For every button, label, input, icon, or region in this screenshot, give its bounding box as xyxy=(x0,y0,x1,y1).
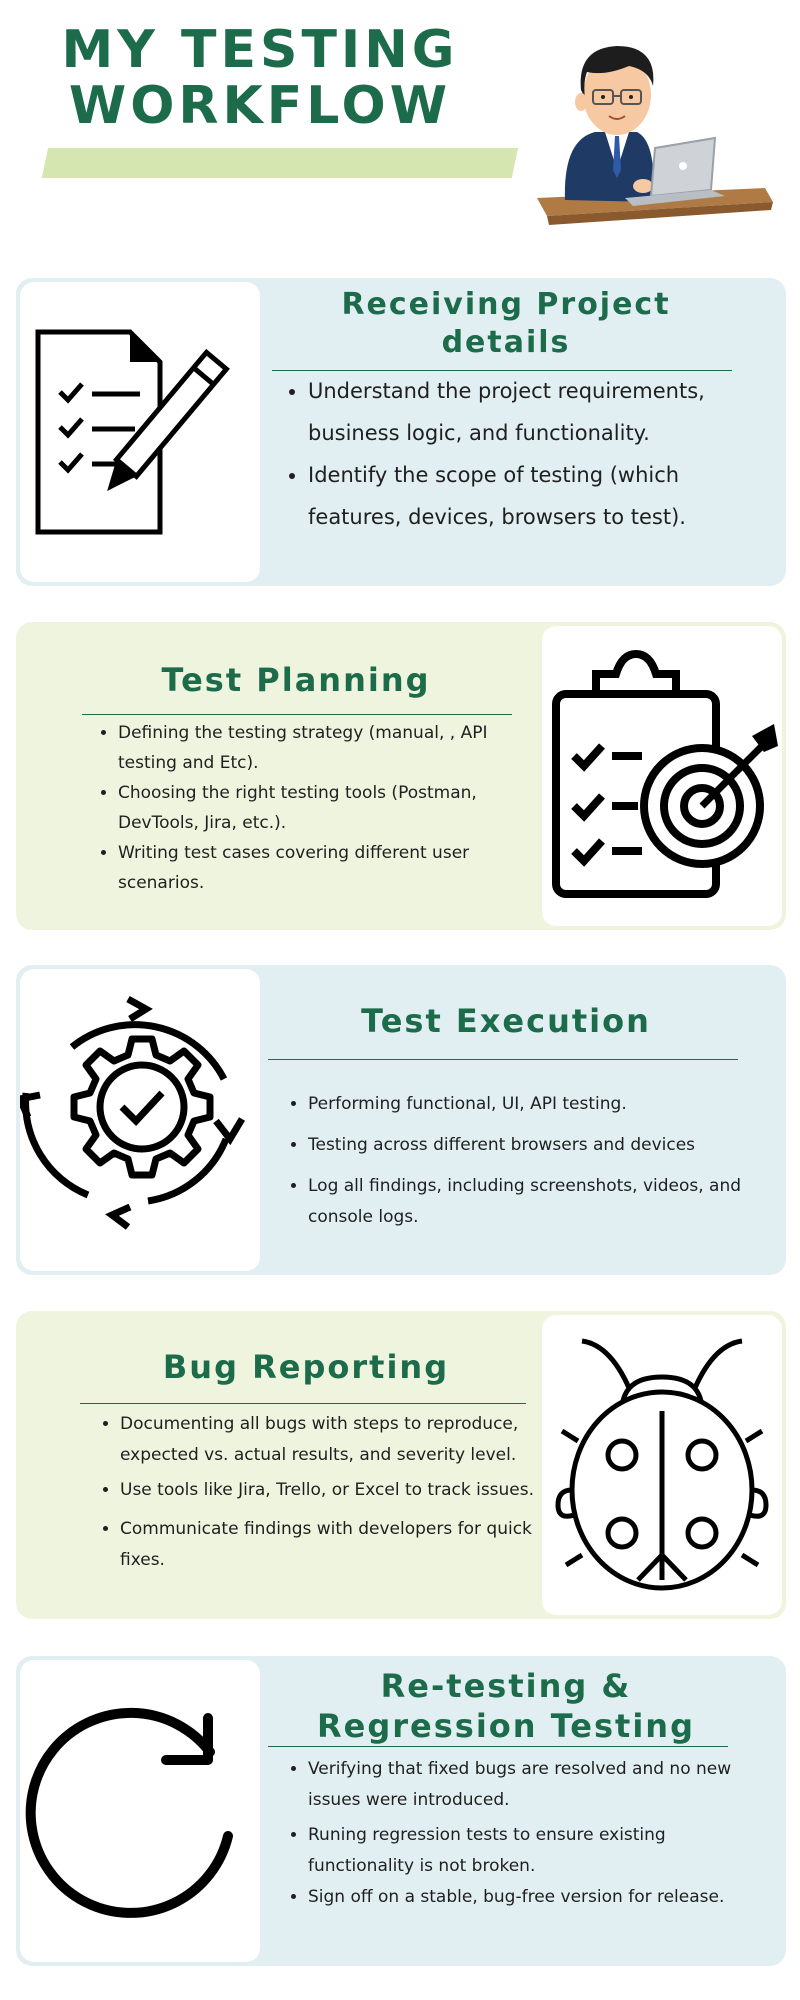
list-item: Identify the scope of testing (which fea… xyxy=(308,454,778,538)
icon-panel xyxy=(542,1315,782,1615)
section-divider xyxy=(268,1059,738,1060)
section-title: Test Planning xyxy=(161,661,431,699)
list-item: Runing regression tests to ensure existi… xyxy=(308,1820,738,1882)
icon-panel xyxy=(542,626,782,926)
section-divider xyxy=(268,1746,728,1747)
list-item: Log all findings, including screenshots,… xyxy=(308,1171,748,1233)
title-highlight xyxy=(41,148,519,178)
icon-panel xyxy=(20,969,260,1271)
list-item: Sign off on a stable, bug-free version f… xyxy=(308,1882,738,1913)
checklist-pencil-icon xyxy=(35,329,230,535)
page-title-line-1: MY TESTING xyxy=(61,20,459,80)
list-item: Choosing the right testing tools (Postma… xyxy=(118,778,528,838)
list-item: Use tools like Jira, Trello, or Excel to… xyxy=(120,1475,560,1506)
bug-icon xyxy=(555,1338,769,1591)
list-item: Performing functional, UI, API testing. xyxy=(308,1089,748,1120)
section-card-receiving-project-details: Receiving Project details Understand the… xyxy=(16,278,786,586)
gear-check-cycle-icon xyxy=(20,995,246,1230)
list-item: Defining the testing strategy (manual, ,… xyxy=(118,718,528,778)
bullet-list: Documenting all bugs with steps to repro… xyxy=(98,1409,560,1576)
list-item: Documenting all bugs with steps to repro… xyxy=(120,1409,560,1471)
person-laptop-illustration xyxy=(537,46,773,225)
bullet-list: Understand the project requirements, bus… xyxy=(286,370,778,538)
section-divider xyxy=(82,714,512,715)
section-title: Bug Reporting xyxy=(162,1348,450,1386)
list-item: Verifying that fixed bugs are resolved a… xyxy=(308,1754,738,1816)
section-card-test-execution: Test Execution Performing functional, UI… xyxy=(16,965,786,1275)
icon-panel xyxy=(20,1660,260,1962)
icon-panel xyxy=(20,282,260,582)
list-item: Understand the project requirements, bus… xyxy=(308,370,778,454)
section-title: Test Execution xyxy=(361,1002,651,1040)
section-title: Receiving Project details xyxy=(341,287,671,360)
page-title: MY TESTING WORKFLOW xyxy=(60,22,460,134)
refresh-arrow-icon xyxy=(25,1707,233,1918)
bullet-list: Performing functional, UI, API testing. … xyxy=(286,1089,748,1233)
bullet-list: Verifying that fixed bugs are resolved a… xyxy=(286,1754,738,1913)
section-title: Re-testing & Regression Testing xyxy=(317,1667,695,1745)
section-card-bug-reporting: Bug Reporting Documenting all bugs with … xyxy=(16,1311,786,1619)
list-item: Writing test cases covering different us… xyxy=(118,838,528,898)
section-divider xyxy=(80,1403,526,1404)
bullet-list: Defining the testing strategy (manual, ,… xyxy=(96,718,528,898)
page-title-line-2: WORKFLOW xyxy=(68,76,452,136)
header: MY TESTING WORKFLOW xyxy=(0,0,800,250)
clipboard-target-icon xyxy=(552,649,778,898)
section-card-retesting-regression: Re-testing & Regression Testing Verifyin… xyxy=(16,1656,786,1966)
section-card-test-planning: Test Planning Defining the testing strat… xyxy=(16,622,786,930)
list-item: Communicate findings with developers for… xyxy=(120,1514,560,1576)
list-item: Testing across different browsers and de… xyxy=(308,1130,748,1161)
